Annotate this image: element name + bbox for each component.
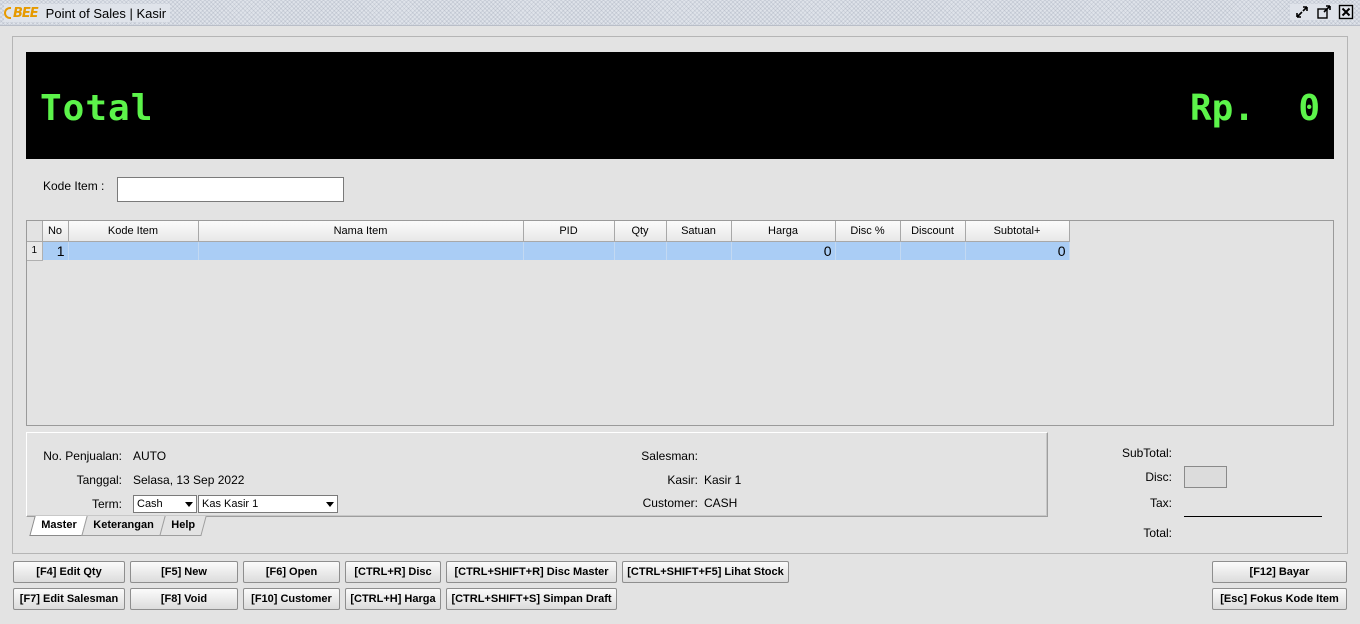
edit-salesman-button[interactable]: [F7] Edit Salesman bbox=[13, 588, 125, 610]
term-select[interactable]: Cash bbox=[133, 495, 197, 513]
row-header[interactable]: 1 bbox=[27, 240, 43, 261]
open-button[interactable]: [F6] Open bbox=[243, 561, 340, 583]
subtotal-label: SubTotal: bbox=[1121, 446, 1172, 460]
title-bar: BEE Point of Sales | Kasir bbox=[0, 0, 1360, 26]
table-header-row: No Kode Item Nama Item PID Qty Satuan Ha… bbox=[27, 221, 1070, 242]
disc-button[interactable]: [CTRL+R] Disc bbox=[345, 561, 441, 583]
panel-tabs: Master Keterangan Help bbox=[29, 516, 207, 536]
column-header-no[interactable]: No bbox=[41, 221, 69, 242]
logo-mark-icon bbox=[4, 7, 11, 19]
cell-nama-item[interactable] bbox=[198, 241, 524, 260]
customer-label: Customer: bbox=[642, 496, 698, 510]
chevron-down-icon bbox=[326, 502, 334, 507]
column-header-qty[interactable]: Qty bbox=[613, 221, 667, 242]
minimize-icon[interactable] bbox=[1294, 4, 1310, 20]
bayar-button[interactable]: [F12] Bayar bbox=[1212, 561, 1347, 583]
restore-icon[interactable] bbox=[1316, 4, 1332, 20]
total-label: Total: bbox=[1143, 526, 1172, 540]
total-display: Total Rp. 0 bbox=[26, 52, 1334, 159]
tab-help[interactable]: Help bbox=[159, 516, 207, 536]
no-penjualan-label: No. Penjualan: bbox=[43, 449, 122, 463]
kode-item-label: Kode Item : bbox=[43, 179, 105, 193]
close-icon[interactable] bbox=[1338, 4, 1354, 20]
corner-cell bbox=[27, 221, 43, 242]
app-logo: BEE bbox=[4, 5, 39, 21]
column-header-satuan[interactable]: Satuan bbox=[665, 221, 732, 242]
cell-no[interactable]: 1 bbox=[42, 241, 69, 260]
disc-master-button[interactable]: [CTRL+SHIFT+R] Disc Master bbox=[446, 561, 617, 583]
column-header-kode-item[interactable]: Kode Item bbox=[67, 221, 199, 242]
kas-select[interactable]: Kas Kasir 1 bbox=[198, 495, 338, 513]
cell-satuan[interactable] bbox=[666, 241, 732, 260]
cell-kode-item[interactable] bbox=[68, 241, 199, 260]
total-divider bbox=[1184, 516, 1322, 517]
cell-qty[interactable] bbox=[614, 241, 667, 260]
disc-label: Disc: bbox=[1145, 470, 1172, 484]
tanggal-label: Tanggal: bbox=[76, 473, 122, 487]
customer-button[interactable]: [F10] Customer bbox=[243, 588, 340, 610]
cell-harga[interactable]: 0 bbox=[731, 241, 836, 260]
chevron-down-icon bbox=[185, 502, 193, 507]
edit-qty-button[interactable]: [F4] Edit Qty bbox=[13, 561, 125, 583]
no-penjualan-value: AUTO bbox=[133, 449, 167, 463]
window-controls bbox=[1290, 4, 1354, 20]
tab-keterangan[interactable]: Keterangan bbox=[81, 516, 166, 536]
kode-item-input[interactable] bbox=[117, 177, 344, 202]
items-grid[interactable]: No Kode Item Nama Item PID Qty Satuan Ha… bbox=[26, 220, 1334, 426]
kas-select-value: Kas Kasir 1 bbox=[202, 498, 259, 510]
fokus-kode-item-button[interactable]: [Esc] Fokus Kode Item bbox=[1212, 588, 1347, 610]
kasir-label: Kasir: bbox=[667, 473, 698, 487]
column-header-harga[interactable]: Harga bbox=[730, 221, 836, 242]
window-title: Point of Sales | Kasir bbox=[45, 5, 167, 21]
cell-subtotal[interactable]: 0 bbox=[965, 241, 1070, 260]
term-label: Term: bbox=[92, 497, 122, 511]
column-header-pid[interactable]: PID bbox=[522, 221, 615, 242]
lihat-stock-button[interactable]: [CTRL+SHIFT+F5] Lihat Stock bbox=[622, 561, 789, 583]
customer-value: CASH bbox=[704, 496, 738, 510]
column-header-nama-item[interactable]: Nama Item bbox=[197, 221, 524, 242]
tax-label: Tax: bbox=[1149, 496, 1172, 510]
void-button[interactable]: [F8] Void bbox=[130, 588, 238, 610]
harga-button[interactable]: [CTRL+H] Harga bbox=[345, 588, 441, 610]
tanggal-value[interactable]: Selasa, 13 Sep 2022 bbox=[133, 473, 244, 487]
salesman-label: Salesman: bbox=[641, 449, 698, 463]
new-button[interactable]: [F5] New bbox=[130, 561, 238, 583]
total-display-label: Total bbox=[40, 88, 154, 129]
tab-master[interactable]: Master bbox=[29, 516, 89, 536]
column-header-subtotal[interactable]: Subtotal+ bbox=[964, 221, 1070, 242]
kasir-value: Kasir 1 bbox=[704, 473, 742, 487]
logo-text: BEE bbox=[13, 5, 39, 21]
total-display-value: Rp. 0 bbox=[1189, 88, 1320, 129]
simpan-draft-button[interactable]: [CTRL+SHIFT+S] Simpan Draft bbox=[446, 588, 617, 610]
term-select-value: Cash bbox=[137, 498, 163, 510]
column-header-disc-pct[interactable]: Disc % bbox=[834, 221, 901, 242]
disc-field[interactable] bbox=[1184, 466, 1227, 488]
title-area: BEE Point of Sales | Kasir bbox=[4, 4, 171, 22]
table-row[interactable]: 1 1 0 0 bbox=[27, 240, 1070, 261]
column-header-discount[interactable]: Discount bbox=[899, 221, 966, 242]
cell-pid[interactable] bbox=[523, 241, 615, 260]
cell-disc-pct[interactable] bbox=[835, 241, 901, 260]
items-table: No Kode Item Nama Item PID Qty Satuan Ha… bbox=[27, 221, 1070, 261]
cell-discount[interactable] bbox=[900, 241, 966, 260]
